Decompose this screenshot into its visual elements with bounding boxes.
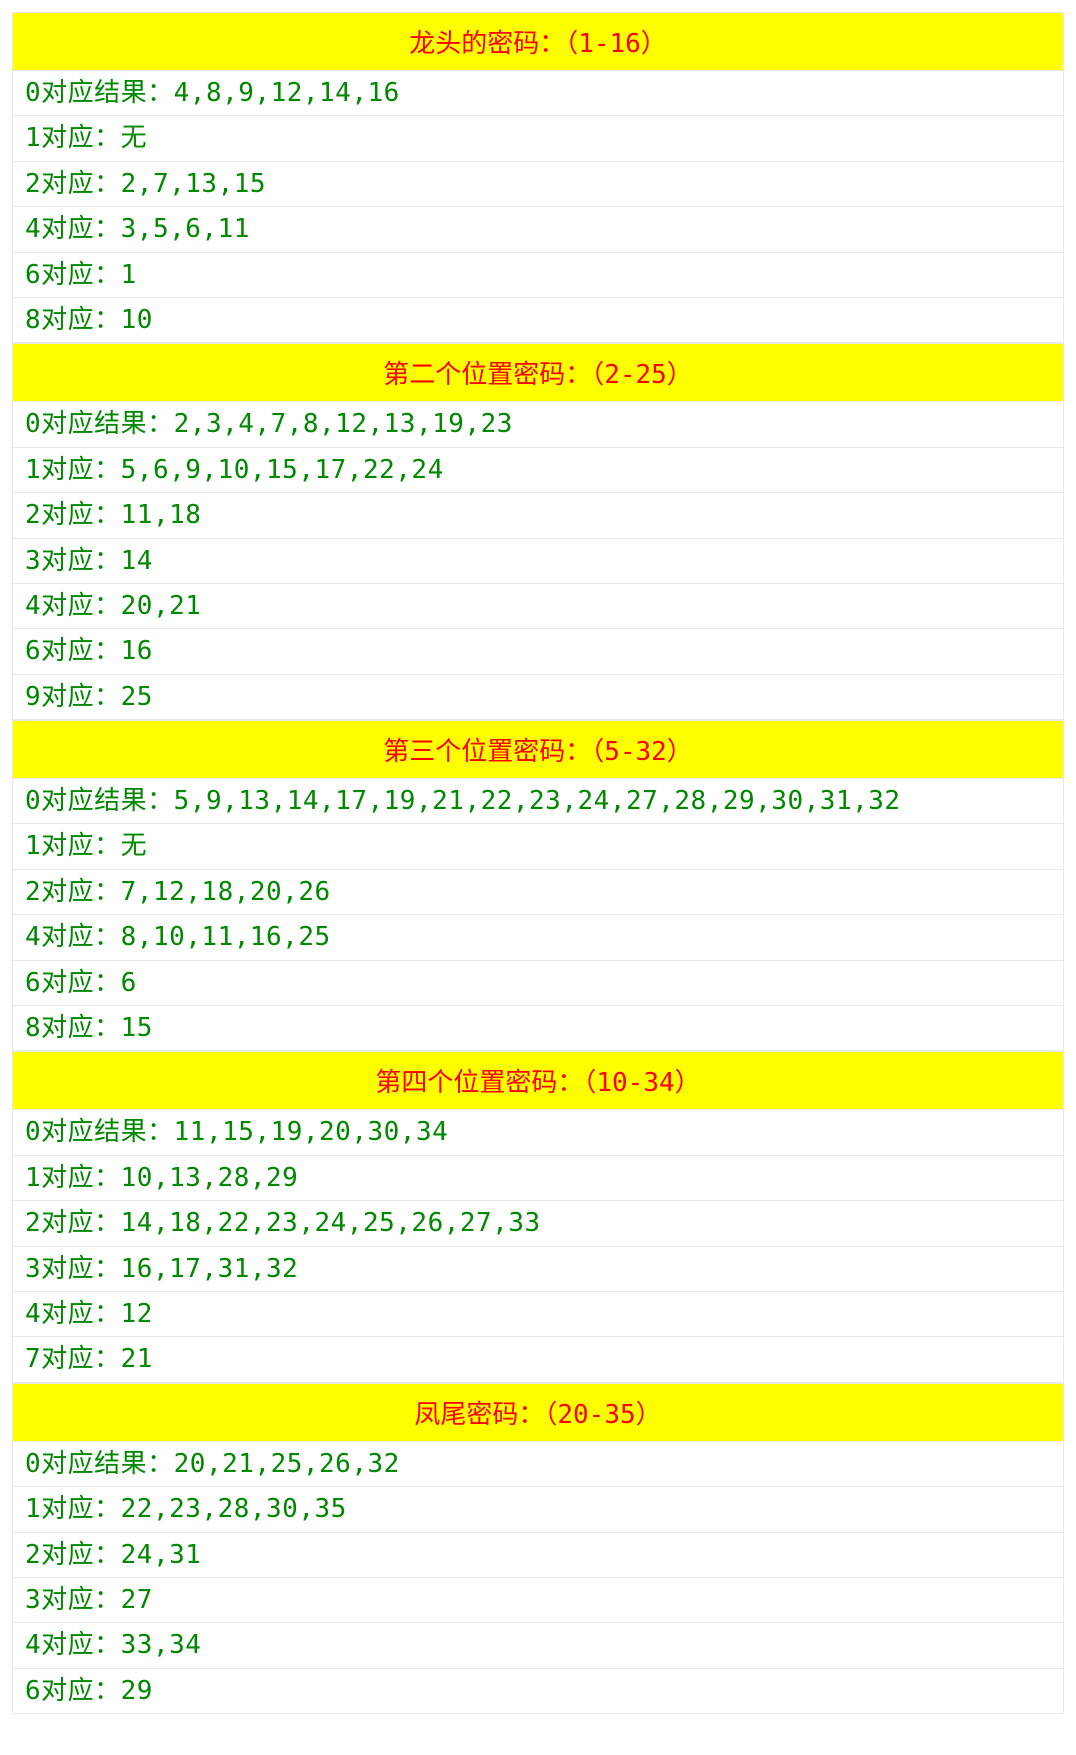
data-row: 3对应：16,17,31,32 bbox=[12, 1247, 1064, 1292]
section-header-2: 第二个位置密码：（2-25） bbox=[12, 343, 1064, 402]
data-row: 3对应：27 bbox=[12, 1578, 1064, 1623]
data-row: 0对应结果：5,9,13,14,17,19,21,22,23,24,27,28,… bbox=[12, 779, 1064, 824]
data-row: 1对应：无 bbox=[12, 116, 1064, 161]
data-row: 0对应结果：11,15,19,20,30,34 bbox=[12, 1110, 1064, 1155]
data-row: 1对应：10,13,28,29 bbox=[12, 1156, 1064, 1201]
data-row: 9对应：25 bbox=[12, 675, 1064, 720]
section-2: 第二个位置密码：（2-25） 0对应结果：2,3,4,7,8,12,13,19,… bbox=[12, 343, 1064, 720]
data-row: 1对应：22,23,28,30,35 bbox=[12, 1487, 1064, 1532]
section-5: 凤尾密码：（20-35） 0对应结果：20,21,25,26,32 1对应：22… bbox=[12, 1383, 1064, 1714]
data-row: 1对应：5,6,9,10,15,17,22,24 bbox=[12, 448, 1064, 493]
section-header-4: 第四个位置密码：（10-34） bbox=[12, 1051, 1064, 1110]
data-row: 4对应：33,34 bbox=[12, 1623, 1064, 1668]
section-3: 第三个位置密码：（5-32） 0对应结果：5,9,13,14,17,19,21,… bbox=[12, 720, 1064, 1051]
data-row: 6对应：6 bbox=[12, 961, 1064, 1006]
section-1: 龙头的密码：（1-16） 0对应结果：4,8,9,12,14,16 1对应：无 … bbox=[12, 12, 1064, 343]
lottery-code-container: 龙头的密码：（1-16） 0对应结果：4,8,9,12,14,16 1对应：无 … bbox=[12, 12, 1064, 1714]
data-row: 6对应：1 bbox=[12, 253, 1064, 298]
data-row: 2对应：2,7,13,15 bbox=[12, 162, 1064, 207]
data-row: 8对应：10 bbox=[12, 298, 1064, 343]
section-4: 第四个位置密码：（10-34） 0对应结果：11,15,19,20,30,34 … bbox=[12, 1051, 1064, 1382]
section-header-1: 龙头的密码：（1-16） bbox=[12, 12, 1064, 71]
data-row: 6对应：16 bbox=[12, 629, 1064, 674]
data-row: 4对应：12 bbox=[12, 1292, 1064, 1337]
data-row: 2对应：14,18,22,23,24,25,26,27,33 bbox=[12, 1201, 1064, 1246]
section-header-3: 第三个位置密码：（5-32） bbox=[12, 720, 1064, 779]
data-row: 4对应：20,21 bbox=[12, 584, 1064, 629]
data-row: 3对应：14 bbox=[12, 539, 1064, 584]
data-row: 4对应：8,10,11,16,25 bbox=[12, 915, 1064, 960]
section-header-5: 凤尾密码：（20-35） bbox=[12, 1383, 1064, 1442]
data-row: 2对应：24,31 bbox=[12, 1533, 1064, 1578]
data-row: 0对应结果：20,21,25,26,32 bbox=[12, 1442, 1064, 1487]
data-row: 0对应结果：2,3,4,7,8,12,13,19,23 bbox=[12, 402, 1064, 447]
data-row: 0对应结果：4,8,9,12,14,16 bbox=[12, 71, 1064, 116]
data-row: 2对应：11,18 bbox=[12, 493, 1064, 538]
data-row: 4对应：3,5,6,11 bbox=[12, 207, 1064, 252]
data-row: 7对应：21 bbox=[12, 1337, 1064, 1382]
data-row: 6对应：29 bbox=[12, 1669, 1064, 1714]
data-row: 2对应：7,12,18,20,26 bbox=[12, 870, 1064, 915]
data-row: 1对应：无 bbox=[12, 824, 1064, 869]
data-row: 8对应：15 bbox=[12, 1006, 1064, 1051]
